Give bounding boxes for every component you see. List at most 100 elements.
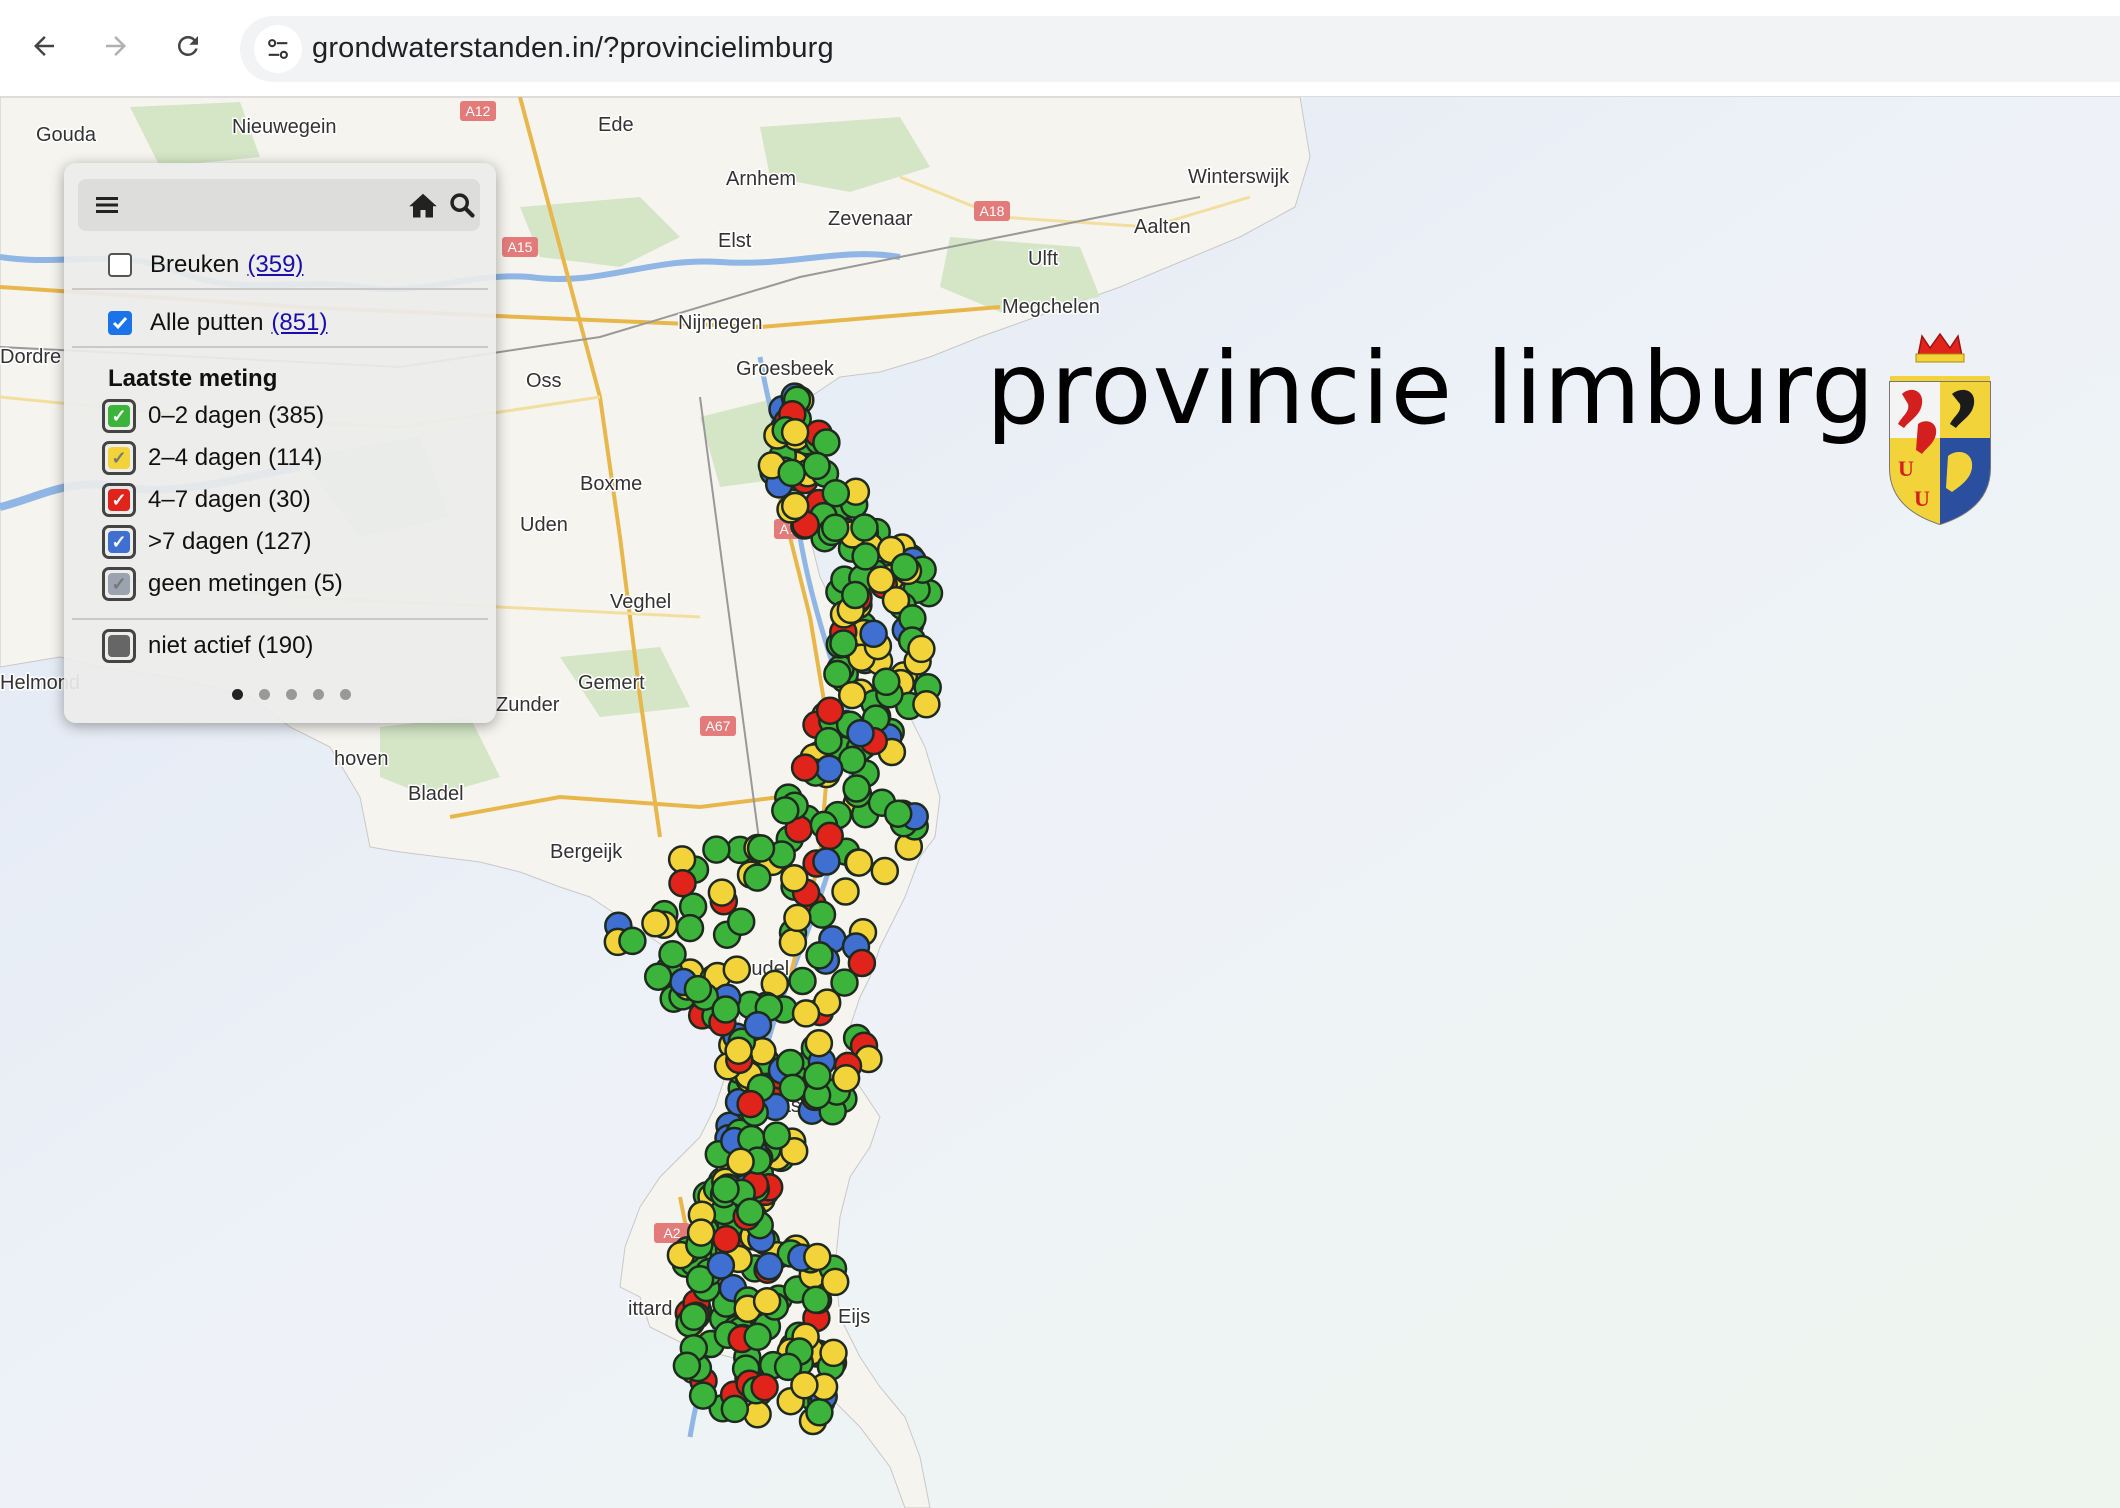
- well-marker[interactable]: [724, 1036, 753, 1065]
- well-marker[interactable]: [814, 726, 843, 756]
- well-marker[interactable]: [814, 754, 844, 784]
- well-marker[interactable]: [802, 451, 831, 481]
- reload-button[interactable]: [164, 22, 212, 70]
- well-marker[interactable]: [812, 847, 841, 876]
- well-marker[interactable]: [672, 1351, 702, 1381]
- legend-item-gt7[interactable]: ✓ >7 dagen (127): [102, 525, 311, 559]
- well-marker[interactable]: [778, 1073, 808, 1103]
- breuken-count-link[interactable]: (359): [247, 251, 303, 279]
- well-marker[interactable]: [912, 690, 941, 719]
- well-marker[interactable]: [807, 900, 837, 929]
- well-marker[interactable]: [706, 1251, 736, 1280]
- well-marker[interactable]: [831, 1064, 861, 1093]
- well-marker[interactable]: [821, 478, 851, 508]
- well-marker[interactable]: [791, 999, 821, 1028]
- legend-item-2-4[interactable]: ✓ 2–4 dagen (114): [102, 441, 322, 475]
- well-marker[interactable]: [859, 619, 888, 649]
- well-marker[interactable]: [820, 513, 850, 543]
- well-marker[interactable]: [771, 796, 800, 825]
- well-marker[interactable]: [778, 928, 808, 957]
- well-marker[interactable]: [831, 877, 860, 906]
- well-marker[interactable]: [780, 491, 810, 521]
- well-marker[interactable]: [743, 1010, 773, 1040]
- well-marker[interactable]: [711, 995, 740, 1024]
- well-marker[interactable]: [866, 565, 896, 594]
- legend-item-0-2[interactable]: ✓ 0–2 dagen (385): [102, 399, 324, 433]
- page-dot[interactable]: [286, 689, 297, 700]
- well-marker[interactable]: [658, 939, 687, 969]
- well-marker[interactable]: [711, 1174, 740, 1204]
- legend-item-geen[interactable]: ✓ geen metingen (5): [102, 567, 343, 601]
- well-marker[interactable]: [803, 1242, 832, 1272]
- legend-item-4-7[interactable]: ✓ 4–7 dagen (30): [102, 483, 311, 517]
- well-marker[interactable]: [870, 856, 900, 886]
- well-marker[interactable]: [812, 428, 841, 457]
- legend-swatch[interactable]: ✓: [102, 525, 136, 559]
- well-marker[interactable]: [815, 821, 844, 851]
- well-marker[interactable]: [726, 1147, 755, 1177]
- well-marker[interactable]: [755, 1252, 784, 1281]
- well-marker[interactable]: [776, 1048, 805, 1078]
- page-indicator[interactable]: [232, 689, 351, 700]
- alle-putten-checkbox[interactable]: [108, 311, 132, 335]
- well-marker[interactable]: [805, 941, 834, 970]
- menu-icon[interactable]: [94, 193, 120, 217]
- well-marker[interactable]: [679, 1302, 708, 1332]
- page-dot[interactable]: [232, 689, 243, 700]
- legend-swatch[interactable]: [102, 629, 136, 663]
- well-marker[interactable]: [702, 835, 731, 864]
- well-marker[interactable]: [752, 1287, 782, 1316]
- well-marker[interactable]: [780, 417, 810, 447]
- breuken-checkbox[interactable]: [108, 253, 132, 277]
- well-marker[interactable]: [746, 834, 776, 863]
- well-marker[interactable]: [801, 1285, 831, 1315]
- well-marker[interactable]: [668, 868, 697, 898]
- well-marker[interactable]: [883, 799, 913, 828]
- well-marker[interactable]: [675, 913, 705, 943]
- well-marker[interactable]: [780, 864, 809, 893]
- forward-button[interactable]: [92, 22, 140, 70]
- well-marker[interactable]: [720, 1394, 750, 1424]
- legend-swatch[interactable]: ✓: [102, 483, 136, 517]
- well-marker[interactable]: [722, 955, 752, 984]
- page-dot[interactable]: [313, 689, 324, 700]
- alle-putten-count-link[interactable]: (851): [271, 309, 327, 337]
- well-marker[interactable]: [750, 1372, 779, 1402]
- well-marker[interactable]: [829, 629, 858, 658]
- well-marker[interactable]: [788, 966, 817, 996]
- back-button[interactable]: [20, 22, 68, 70]
- well-marker[interactable]: [783, 903, 812, 933]
- well-marker[interactable]: [743, 1322, 772, 1352]
- well-marker[interactable]: [815, 696, 845, 725]
- well-marker[interactable]: [805, 1398, 834, 1427]
- search-icon[interactable]: [448, 191, 476, 219]
- well-marker[interactable]: [841, 580, 870, 610]
- well-marker[interactable]: [850, 513, 879, 542]
- well-marker[interactable]: [819, 1338, 848, 1368]
- address-bar[interactable]: grondwaterstanden.in/?provincielimburg: [240, 16, 2120, 82]
- well-marker[interactable]: [712, 1224, 741, 1254]
- well-marker[interactable]: [667, 845, 697, 874]
- legend-swatch[interactable]: ✓: [102, 399, 136, 433]
- well-marker[interactable]: [872, 667, 901, 697]
- well-marker[interactable]: [907, 634, 936, 664]
- well-marker[interactable]: [890, 552, 919, 582]
- well-marker[interactable]: [844, 848, 874, 877]
- well-marker[interactable]: [726, 907, 756, 936]
- site-info-button[interactable]: [254, 25, 302, 73]
- legend-item-inactive[interactable]: niet actief (190): [102, 629, 313, 663]
- well-marker[interactable]: [846, 718, 875, 748]
- well-marker[interactable]: [688, 1381, 718, 1410]
- page-dot[interactable]: [259, 689, 270, 700]
- well-marker[interactable]: [686, 1218, 716, 1247]
- page-dot[interactable]: [340, 689, 351, 700]
- well-marker[interactable]: [842, 774, 871, 803]
- well-marker[interactable]: [851, 542, 880, 571]
- well-marker[interactable]: [683, 974, 713, 1004]
- legend-swatch[interactable]: ✓: [102, 441, 136, 475]
- well-marker[interactable]: [618, 926, 647, 956]
- well-marker[interactable]: [736, 1089, 765, 1119]
- well-marker[interactable]: [762, 1121, 791, 1150]
- well-marker[interactable]: [804, 1028, 834, 1058]
- well-marker[interactable]: [743, 863, 772, 892]
